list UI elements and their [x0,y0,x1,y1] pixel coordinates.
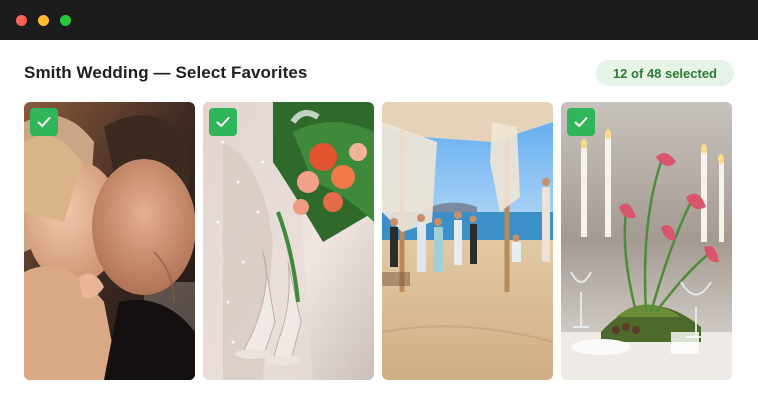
selected-check-badge[interactable] [30,108,58,136]
gallery-panel: Smith Wedding — Select Favorites 12 of 4… [0,40,758,400]
checkmark-icon [216,117,230,127]
window-zoom-button[interactable] [60,14,71,26]
photo-card-3[interactable] [382,102,553,380]
selected-check-badge[interactable] [209,108,237,136]
selection-count-badge: 12 of 48 selected [595,60,734,86]
photo-card-2[interactable] [203,102,374,380]
window-close-button[interactable] [16,14,27,26]
page-title: Smith Wedding — Select Favorites [24,63,308,82]
window-titlebar [0,0,758,40]
photo-table-centerpiece [561,102,732,380]
checkmark-icon [574,117,588,127]
window-minimize-button[interactable] [38,14,49,26]
selected-check-badge[interactable] [567,108,595,136]
photo-couple-kiss [24,102,195,380]
photo-card-4[interactable] [561,102,732,380]
checkmark-icon [37,117,51,127]
photo-bride-shoes-bouquet [203,102,374,380]
photo-card-1[interactable] [24,102,195,380]
photo-beach-ceremony [382,102,553,380]
photo-grid [24,102,734,380]
